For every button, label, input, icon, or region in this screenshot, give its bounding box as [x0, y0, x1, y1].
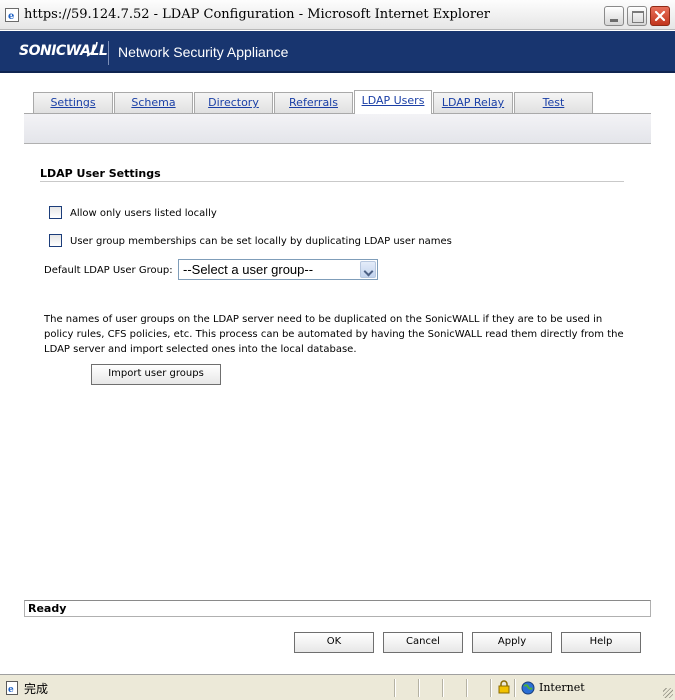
status-separator [466, 679, 467, 697]
maximize-button[interactable] [627, 6, 647, 26]
tab-directory[interactable]: Directory [194, 92, 273, 113]
status-separator [418, 679, 419, 697]
close-icon [654, 10, 666, 22]
status-box: Ready [24, 600, 651, 617]
allow-local-users-checkbox[interactable] [49, 206, 62, 219]
status-separator [442, 679, 443, 697]
tab-settings[interactable]: Settings [33, 92, 113, 113]
page-done-icon: e [6, 681, 18, 695]
window-titlebar: e https://59.124.7.52 - LDAP Configurati… [0, 0, 675, 30]
svg-text:e: e [8, 11, 14, 22]
tab-referrals[interactable]: Referrals [274, 92, 353, 113]
default-group-value: --Select a user group-- [183, 262, 314, 277]
ie-icon: e [5, 8, 19, 22]
globe-icon [521, 681, 535, 695]
chevron-down-icon[interactable] [360, 261, 376, 278]
logo-swoosh-icon [86, 41, 98, 57]
status-separator [514, 679, 515, 697]
section-divider [40, 181, 624, 182]
status-text: Ready [28, 602, 67, 615]
brand-header: SONICWALL Network Security Appliance [0, 31, 675, 73]
apply-button[interactable]: Apply [472, 632, 552, 653]
window-title: https://59.124.7.52 - LDAP Configuration… [24, 7, 490, 22]
default-group-label: Default LDAP User Group: [44, 265, 173, 276]
security-zone: Internet [539, 681, 585, 694]
tab-schema[interactable]: Schema [114, 92, 193, 113]
svg-text:e: e [8, 685, 14, 695]
tab-subheader-bar [24, 114, 651, 144]
import-description: The names of user groups on the LDAP ser… [44, 314, 624, 355]
status-separator [394, 679, 395, 697]
group-membership-checkbox[interactable] [49, 234, 62, 247]
group-membership-label: User group memberships can be set locall… [70, 236, 452, 247]
browser-status-text: 完成 [24, 682, 49, 696]
minimize-button[interactable] [604, 6, 624, 26]
allow-local-users-label: Allow only users listed locally [70, 208, 217, 219]
status-separator [490, 679, 491, 697]
close-button[interactable] [650, 6, 670, 26]
help-button[interactable]: Help [561, 632, 641, 653]
product-name: Network Security Appliance [118, 44, 289, 60]
browser-status-bar: e 完成 Internet [0, 674, 675, 700]
cancel-button[interactable]: Cancel [383, 632, 463, 653]
tab-test[interactable]: Test [514, 92, 593, 113]
resize-grip[interactable] [663, 688, 673, 698]
tab-ldap-users[interactable]: LDAP Users [354, 90, 432, 114]
import-user-groups-button[interactable]: Import user groups [91, 364, 221, 385]
ok-button[interactable]: OK [294, 632, 374, 653]
lock-icon [498, 680, 510, 694]
section-title: LDAP User Settings [40, 167, 161, 180]
tab-ldap-relay[interactable]: LDAP Relay [433, 92, 513, 113]
default-group-select[interactable]: --Select a user group-- [178, 259, 378, 280]
header-divider [108, 41, 109, 65]
